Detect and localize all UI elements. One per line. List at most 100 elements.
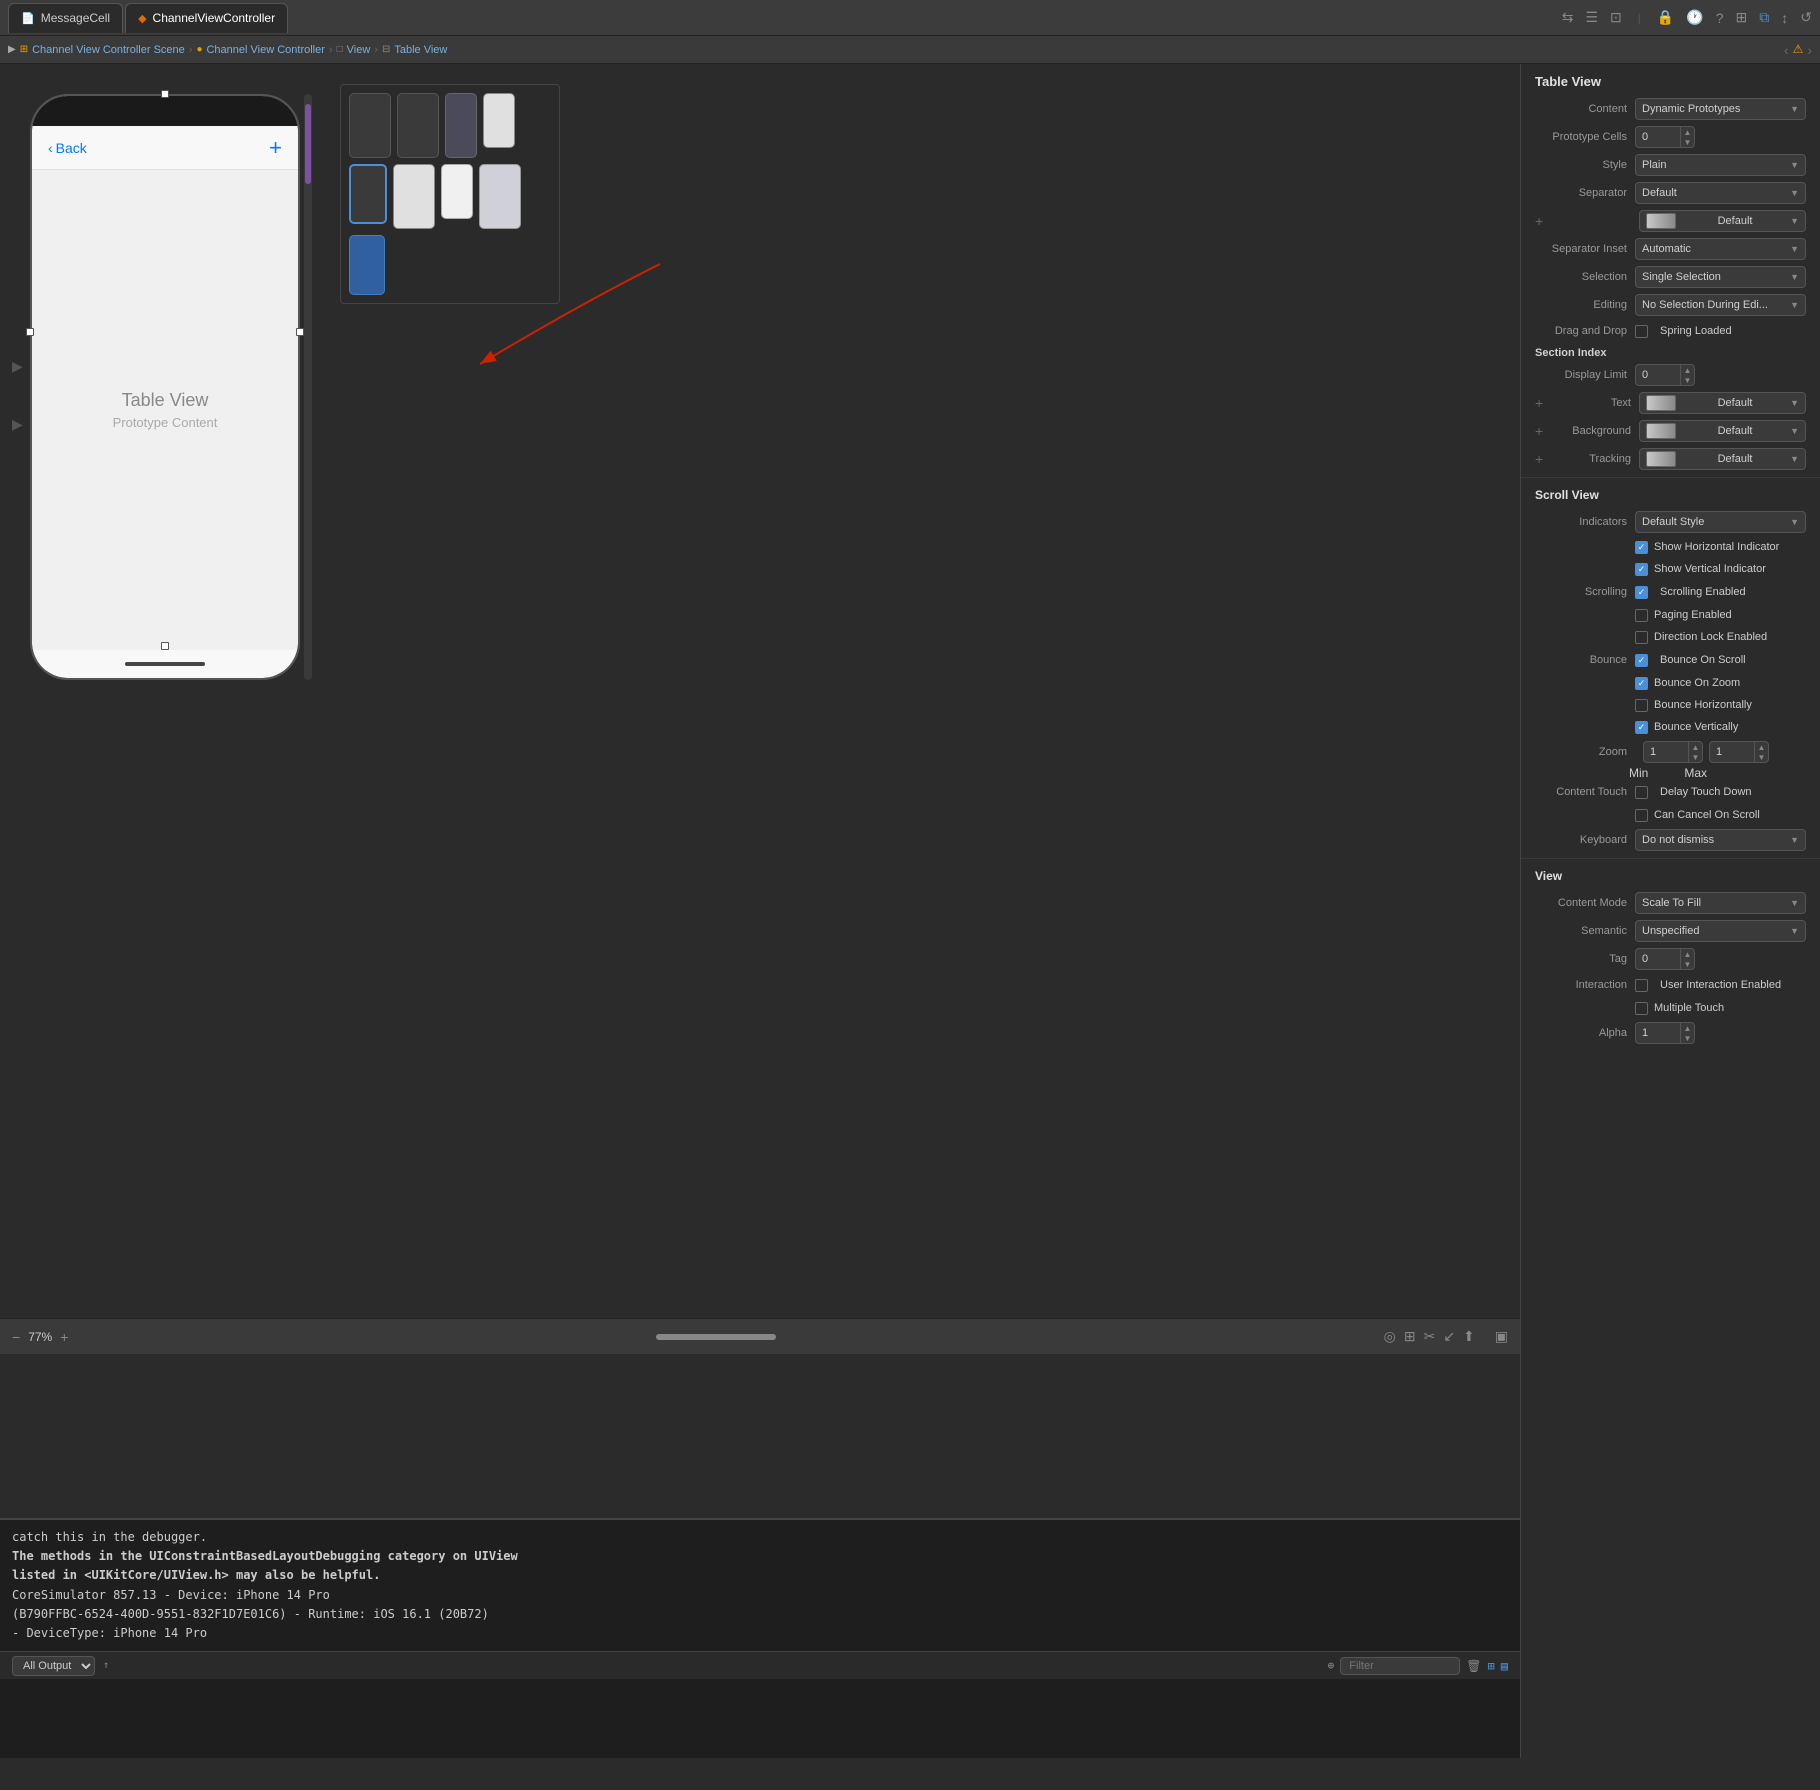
sep-color-dropdown[interactable]: Default ▼ [1639, 210, 1806, 232]
bounce-h-checkbox[interactable] [1635, 699, 1648, 712]
tab-message-cell[interactable]: 📄 MessageCell [8, 3, 123, 33]
sim-thumb-7[interactable] [479, 164, 521, 229]
canvas-area: ‹ Back + Table View Prototype Content [0, 64, 1520, 1758]
sim-thumb-selected[interactable] [349, 164, 387, 224]
cells-stepper-down[interactable]: ▼ [1680, 137, 1694, 147]
tag-input[interactable]: 0 ▲ ▼ [1635, 948, 1695, 970]
selection-handle-tl[interactable] [161, 90, 169, 98]
phone-back-button[interactable]: ‹ Back [48, 140, 87, 156]
selection-dropdown[interactable]: Single Selection ▼ [1635, 266, 1806, 288]
tracking-dropdown[interactable]: Default ▼ [1639, 448, 1806, 470]
grid-icon[interactable]: ⊞ [1736, 9, 1748, 26]
display-limit-down[interactable]: ▼ [1680, 375, 1694, 385]
zoom-in-icon[interactable]: + [60, 1329, 68, 1345]
clock-icon[interactable]: 🕐 [1686, 9, 1703, 26]
tag-up[interactable]: ▲ [1680, 949, 1694, 959]
display-limit-up[interactable]: ▲ [1680, 365, 1694, 375]
cancel-scroll-checkbox[interactable] [1635, 809, 1648, 822]
breadcrumb-view[interactable]: View [347, 44, 371, 56]
zoom-max-input[interactable]: 1 ▲ ▼ [1709, 741, 1769, 763]
cells-stepper-up[interactable]: ▲ [1680, 127, 1694, 137]
selection-handle-bl[interactable] [161, 642, 169, 650]
display-limit-input[interactable]: 0 ▲ ▼ [1635, 364, 1695, 386]
sim-thumb-8[interactable] [349, 235, 385, 295]
help-icon[interactable]: ? [1716, 10, 1724, 26]
background-dropdown[interactable]: Default ▼ [1639, 420, 1806, 442]
zoom-out-icon[interactable]: − [12, 1329, 20, 1345]
delay-touch-checkbox[interactable] [1635, 786, 1648, 799]
bounce-zoom-checkbox[interactable] [1635, 677, 1648, 690]
console-icon[interactable]: ▤ [1501, 1659, 1508, 1673]
style-dropdown[interactable]: Plain ▼ [1635, 154, 1806, 176]
show-horizontal-checkbox[interactable] [1635, 541, 1648, 554]
zoom-min-down[interactable]: ▼ [1688, 752, 1702, 762]
scrolling-enabled-checkbox[interactable] [1635, 586, 1648, 599]
refresh-icon[interactable]: ↺ [1800, 9, 1812, 26]
selection-handle-mr[interactable] [296, 328, 304, 336]
hide-icon[interactable]: ↕ [1781, 10, 1788, 26]
zoom-max-down[interactable]: ▼ [1754, 752, 1768, 762]
window-icon[interactable]: ⊡ [1610, 9, 1622, 26]
zoom-min-up[interactable]: ▲ [1688, 742, 1702, 752]
text-dropdown[interactable]: Default ▼ [1639, 392, 1806, 414]
nav-next[interactable]: › [1807, 42, 1812, 58]
device-icon[interactable]: ▣ [1495, 1328, 1508, 1345]
user-interaction-checkbox[interactable] [1635, 979, 1648, 992]
sim-thumb-1[interactable] [349, 93, 391, 158]
debug-icon[interactable]: ⊞ [1488, 1659, 1495, 1673]
tab-channel-view-controller[interactable]: ◆ ChannelViewController [125, 3, 288, 33]
indicators-dropdown[interactable]: Default Style ▼ [1635, 511, 1806, 533]
multiple-touch-checkbox[interactable] [1635, 1002, 1648, 1015]
editing-dropdown[interactable]: No Selection During Edi... ▼ [1635, 294, 1806, 316]
zoom-min-input[interactable]: 1 ▲ ▼ [1643, 741, 1703, 763]
filter-input[interactable] [1340, 1657, 1460, 1675]
vertical-scroll-thumb[interactable] [305, 104, 311, 184]
plus-text[interactable]: + [1535, 395, 1549, 411]
alpha-up[interactable]: ▲ [1680, 1023, 1694, 1033]
console-output-select[interactable]: All Output [12, 1656, 95, 1676]
plus-tracking[interactable]: + [1535, 451, 1549, 467]
delete-icon[interactable]: 🗑 [1466, 1659, 1481, 1673]
lock-icon[interactable]: 🔒 [1657, 9, 1674, 26]
breadcrumb-scene[interactable]: Channel View Controller Scene [32, 44, 185, 56]
back-forward-icon[interactable]: ⇆ [1562, 9, 1574, 26]
alpha-down[interactable]: ▼ [1680, 1033, 1694, 1043]
nav-prev[interactable]: ‹ [1784, 42, 1789, 58]
alpha-input[interactable]: 1 ▲ ▼ [1635, 1022, 1695, 1044]
plus-background[interactable]: + [1535, 423, 1549, 439]
phone-add-button[interactable]: + [269, 135, 282, 161]
breadcrumb-controller[interactable]: Channel View Controller [206, 44, 324, 56]
paging-checkbox[interactable] [1635, 609, 1648, 622]
horizontal-scroll-thumb[interactable] [656, 1334, 776, 1340]
pin-icon[interactable]: ↙ [1443, 1328, 1455, 1345]
sim-thumb-2[interactable] [397, 93, 439, 158]
bounce-v-checkbox[interactable] [1635, 721, 1648, 734]
plus-sep-color[interactable]: + [1535, 213, 1549, 229]
selection-handle-ml[interactable] [26, 328, 34, 336]
content-dropdown[interactable]: Dynamic Prototypes ▼ [1635, 98, 1806, 120]
sim-thumb-5[interactable] [393, 164, 435, 229]
horizontal-scrollbar[interactable] [576, 1333, 876, 1341]
sim-thumb-4[interactable] [483, 93, 515, 148]
layout-icon[interactable]: ⊞ [1404, 1328, 1416, 1345]
inspector-icon[interactable]: ⧉ [1759, 9, 1769, 26]
spring-loaded-checkbox[interactable] [1635, 325, 1648, 338]
show-vertical-checkbox[interactable] [1635, 563, 1648, 576]
sep-inset-dropdown[interactable]: Automatic ▼ [1635, 238, 1806, 260]
separator-dropdown[interactable]: Default ▼ [1635, 182, 1806, 204]
sim-thumb-6[interactable] [441, 164, 473, 219]
zoom-max-up[interactable]: ▲ [1754, 742, 1768, 752]
bounce-on-scroll-checkbox[interactable] [1635, 654, 1648, 667]
tag-down[interactable]: ▼ [1680, 959, 1694, 969]
breadcrumb-tableview[interactable]: Table View [394, 44, 447, 56]
keyboard-dropdown[interactable]: Do not dismiss ▼ [1635, 829, 1806, 851]
crop-icon[interactable]: ✂ [1424, 1328, 1436, 1345]
sim-thumb-3[interactable] [445, 93, 477, 158]
direction-lock-checkbox[interactable] [1635, 631, 1648, 644]
content-mode-dropdown[interactable]: Scale To Fill ▼ [1635, 892, 1806, 914]
export-icon[interactable]: ⬆ [1463, 1328, 1475, 1345]
prototype-cells-input[interactable]: 0 ▲ ▼ [1635, 126, 1695, 148]
semantic-dropdown[interactable]: Unspecified ▼ [1635, 920, 1806, 942]
list-icon[interactable]: ☰ [1585, 9, 1598, 26]
target-icon[interactable]: ◎ [1384, 1328, 1396, 1345]
